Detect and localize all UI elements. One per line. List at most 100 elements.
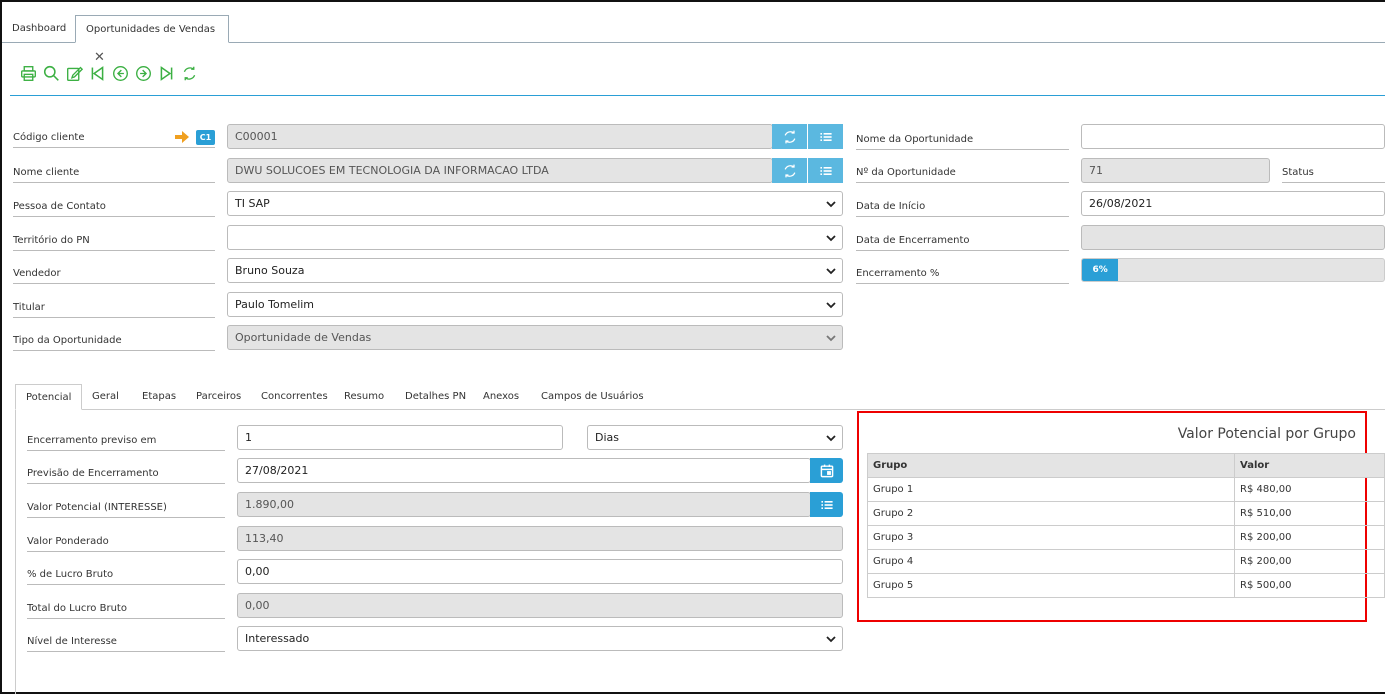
link-arrow-icon[interactable] — [175, 131, 189, 143]
encerramento-previsto-label: Encerramento previso em — [27, 435, 225, 451]
select-value: TI SAP — [235, 197, 270, 210]
previous-record-icon[interactable] — [110, 63, 130, 83]
calendar-icon — [820, 464, 833, 477]
territorio-select[interactable] — [227, 225, 843, 250]
tipo-oportunidade-select[interactable]: Oportunidade de Vendas — [227, 325, 843, 350]
nome-cliente-field[interactable]: DWU SOLUCOES EM TECNOLOGIA DA INFORMACAO… — [227, 158, 773, 183]
tab-concorrentes[interactable]: Concorrentes — [251, 384, 338, 410]
chevron-down-icon — [824, 192, 838, 215]
previsao-encerramento-label: Previsão de Encerramento — [27, 468, 225, 484]
pessoa-contato-label: Pessoa de Contato — [13, 201, 215, 217]
vendedor-label: Vendedor — [13, 268, 215, 284]
chevron-down-icon — [824, 226, 838, 249]
grupo-cell: Grupo 3 — [867, 525, 1235, 550]
detail-tab-bar: Potencial Geral Etapas Parceiros Concorr… — [15, 384, 1385, 410]
encerramento-progress-bar: 6% — [1081, 258, 1385, 282]
list-nome-button[interactable] — [808, 158, 843, 183]
valor-potencial-list-button[interactable] — [810, 492, 843, 517]
search-icon[interactable] — [41, 63, 61, 83]
print-icon[interactable] — [18, 63, 38, 83]
tab-campos-usuarios[interactable]: Campos de Usuários — [531, 384, 654, 410]
lucro-bruto-pct-label: % de Lucro Bruto — [27, 569, 225, 585]
tab-bar: Dashboard Oportunidades de Vendas ✕ — [2, 15, 1385, 65]
nome-cliente-label: Nome cliente — [13, 167, 215, 183]
calendar-button[interactable] — [810, 458, 843, 483]
panel-border — [15, 410, 16, 694]
tab-label: Oportunidades de Vendas — [86, 24, 216, 35]
grupo-cell: Grupo 2 — [867, 501, 1235, 526]
tab-potencial[interactable]: Potencial — [15, 384, 83, 410]
total-lucro-bruto-field: 0,00 — [237, 593, 843, 618]
chevron-down-icon — [824, 426, 838, 449]
valor-potencial-label: Valor Potencial (INTERESSE) — [27, 502, 225, 518]
data-inicio-field[interactable]: 26/08/2021 — [1081, 191, 1385, 216]
toolbar-divider — [10, 95, 1385, 96]
table-row[interactable]: Grupo 1 R$ 480,00 — [867, 477, 1385, 502]
edit-icon[interactable] — [64, 63, 84, 83]
data-encerramento-label: Data de Encerramento — [856, 235, 1069, 251]
grupo-cell: Grupo 5 — [867, 573, 1235, 598]
nome-oportunidade-label: Nome da Oportunidade — [856, 134, 1069, 150]
select-value: Paulo Tomelim — [235, 298, 315, 311]
chevron-down-icon — [824, 259, 838, 282]
column-header-valor[interactable]: Valor — [1234, 453, 1385, 478]
chevron-down-icon — [824, 326, 838, 349]
select-value: Interessado — [245, 632, 310, 645]
chevron-down-icon — [824, 627, 838, 650]
tab-etapas[interactable]: Etapas — [132, 384, 186, 410]
numero-oportunidade-label: Nº da Oportunidade — [856, 167, 1069, 183]
valor-cell: R$ 500,00 — [1234, 573, 1385, 598]
grupo-table: Grupo Valor Grupo 1 R$ 480,00 Grupo 2 R$ 5… — [867, 453, 1385, 598]
tab-parceiros[interactable]: Parceiros — [186, 384, 251, 410]
total-lucro-bruto-label: Total do Lucro Bruto — [27, 603, 225, 619]
refresh-icon[interactable] — [179, 63, 199, 83]
grupo-cell: Grupo 4 — [867, 549, 1235, 574]
column-header-grupo[interactable]: Grupo — [867, 453, 1235, 478]
table-header-row: Grupo Valor — [867, 453, 1385, 478]
refresh-nome-button[interactable] — [772, 158, 807, 183]
first-record-icon[interactable] — [87, 63, 107, 83]
encerramento-pct-label: Encerramento % — [856, 268, 1069, 284]
lucro-bruto-pct-field[interactable]: 0,00 — [237, 559, 843, 584]
tab-resumo[interactable]: Resumo — [334, 384, 394, 410]
list-icon — [820, 500, 833, 509]
tab-oportunidades[interactable]: Oportunidades de Vendas ✕ — [75, 15, 229, 65]
numero-oportunidade-field: 71 — [1081, 158, 1270, 183]
tab-dashboard[interactable]: Dashboard — [2, 15, 76, 43]
table-row[interactable]: Grupo 5 R$ 500,00 — [867, 573, 1385, 598]
nivel-interesse-label: Nível de Interesse — [27, 636, 225, 652]
vendedor-select[interactable]: Bruno Souza — [227, 258, 843, 283]
data-encerramento-field — [1081, 225, 1385, 250]
valor-potencial-field: 1.890,00 — [237, 492, 811, 517]
select-value: Oportunidade de Vendas — [235, 331, 372, 344]
valor-ponderado-field: 113,40 — [237, 526, 843, 551]
progress-fill: 6% — [1082, 259, 1119, 281]
nivel-interesse-select[interactable]: Interessado — [237, 626, 843, 651]
table-row[interactable]: Grupo 3 R$ 200,00 — [867, 525, 1385, 550]
last-record-icon[interactable] — [156, 63, 176, 83]
encerramento-previsto-field[interactable]: 1 — [237, 425, 563, 450]
titular-select[interactable]: Paulo Tomelim — [227, 292, 843, 317]
table-row[interactable]: Grupo 2 R$ 510,00 — [867, 501, 1385, 526]
previsao-encerramento-field[interactable]: 27/08/2021 — [237, 458, 811, 483]
valor-ponderado-label: Valor Ponderado — [27, 536, 225, 552]
refresh-cliente-button[interactable] — [772, 124, 807, 149]
tab-anexos[interactable]: Anexos — [473, 384, 529, 410]
valor-cell: R$ 480,00 — [1234, 477, 1385, 502]
tab-detalhes-pn[interactable]: Detalhes PN — [395, 384, 476, 410]
nome-oportunidade-field[interactable] — [1081, 124, 1385, 149]
select-value: Bruno Souza — [235, 264, 305, 277]
grupo-table-title: Valor Potencial por Grupo — [1177, 426, 1356, 442]
next-record-icon[interactable] — [133, 63, 153, 83]
codigo-cliente-field[interactable]: C00001 — [227, 124, 773, 149]
list-icon — [819, 166, 832, 175]
pessoa-contato-select[interactable]: TI SAP — [227, 191, 843, 216]
tab-label: Dashboard — [12, 23, 67, 34]
territorio-label: Território do PN — [13, 235, 215, 251]
table-row[interactable]: Grupo 4 R$ 200,00 — [867, 549, 1385, 574]
list-cliente-button[interactable] — [808, 124, 843, 149]
grupo-cell: Grupo 1 — [867, 477, 1235, 502]
select-value: Dias — [595, 431, 619, 444]
tab-geral[interactable]: Geral — [82, 384, 129, 410]
encerramento-unidade-select[interactable]: Dias — [587, 425, 843, 450]
